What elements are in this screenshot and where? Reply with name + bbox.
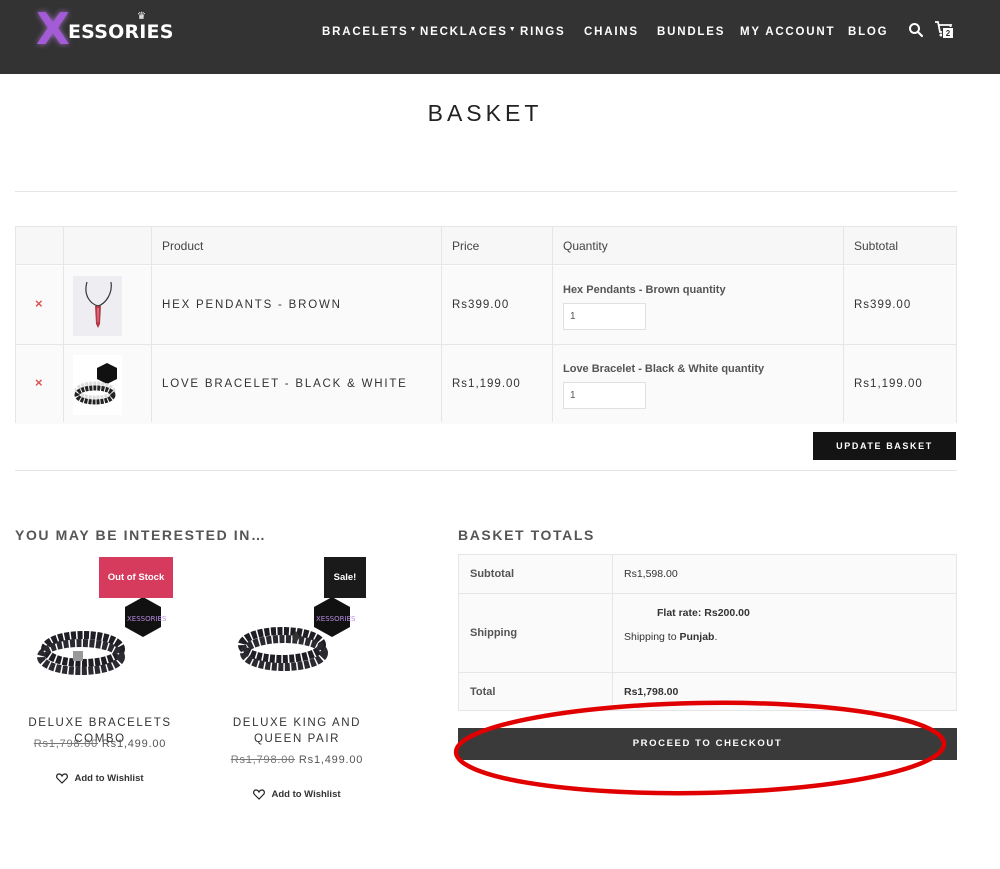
site-header: X ♛ ESSORIES BRACELETS▼ NECKLACES▼ RINGS… [0, 0, 1000, 74]
page-title: BASKET [427, 100, 543, 126]
love-bracelet-image [73, 355, 122, 415]
subtotal-label: Subtotal [470, 568, 514, 580]
cart-table: Product Price Quantity Subtotal × HEX PE… [15, 226, 957, 424]
nav-necklaces[interactable]: NECKLACES▼ [420, 24, 516, 42]
sale-badge: Sale! [324, 557, 366, 598]
sale-price: Rs1,499.00 [298, 754, 364, 766]
header-price: Price [452, 239, 480, 253]
remove-item-button[interactable]: × [35, 296, 43, 311]
product-name-link[interactable]: LOVE BRACELET - BLACK & WHITE [162, 378, 408, 390]
header-product: Product [162, 239, 204, 253]
column-divider [552, 227, 553, 422]
sale-price: Rs1,499.00 [101, 738, 167, 750]
column-divider [151, 227, 152, 422]
hex-pendant-image [73, 276, 122, 336]
product-thumbnail[interactable] [73, 355, 122, 415]
product-card: XESSORIES Out of Stock DELUXE BRACELETS … [15, 557, 195, 797]
heart-icon [253, 789, 266, 800]
basket-totals-title: BASKET TOTALS [458, 527, 595, 543]
product-price: Rs1,798.00 Rs1,499.00 [15, 738, 185, 750]
basket-totals-table: Subtotal Rs1,598.00 Shipping Flat rate: … [458, 554, 957, 711]
caret-down-icon: ▼ [409, 26, 417, 33]
quantity-input[interactable] [563, 382, 646, 409]
nav-rings[interactable]: RINGS [520, 24, 565, 40]
flat-rate: Flat rate: Rs200.00 [657, 607, 750, 619]
search-icon[interactable] [908, 22, 924, 38]
table-row: × LOVE BRACELET - BLACK & WHITE Rs1,199.… [16, 345, 956, 424]
product-card: XESSORIES Sale! DELUXE KING AND QUEEN PA… [212, 557, 392, 807]
divider [15, 470, 957, 471]
shipping-region: Punjab [679, 631, 715, 643]
cart-table-header: Product Price Quantity Subtotal [16, 227, 956, 265]
item-price: Rs399.00 [452, 299, 510, 311]
proceed-to-checkout-button[interactable]: PROCEED TO CHECKOUT [458, 728, 957, 760]
remove-item-button[interactable]: × [35, 375, 43, 390]
item-subtotal: Rs1,199.00 [854, 378, 923, 390]
shipping-to-label: Shipping to [624, 631, 677, 643]
shipping-label: Shipping [470, 627, 518, 639]
nav-my-account[interactable]: MY ACCOUNT [740, 24, 835, 40]
subtotal-value: Rs1,598.00 [624, 568, 678, 580]
total-label: Total [470, 686, 496, 698]
flat-rate-value: Rs200.00 [704, 607, 750, 619]
nav-blog[interactable]: BLOG [848, 24, 888, 40]
site-logo[interactable]: X ♛ ESSORIES [36, 4, 173, 55]
divider [15, 191, 957, 192]
quantity-label: Hex Pendants - Brown quantity [563, 284, 726, 296]
add-to-wishlist-link[interactable]: Add to Wishlist [15, 773, 185, 784]
column-divider [441, 227, 442, 422]
logo-text: ESSORIES [68, 21, 174, 43]
product-price: Rs1,798.00 Rs1,499.00 [212, 754, 382, 766]
row-divider [459, 672, 956, 673]
add-to-wishlist-link[interactable]: Add to Wishlist [212, 789, 382, 800]
table-row: × HEX PENDANTS - BROWN Rs399.00 Hex Pend… [16, 266, 956, 345]
update-basket-button[interactable]: UPDATE BASKET [813, 432, 956, 460]
old-price: Rs1,798.00 [230, 754, 296, 766]
cart-count-badge[interactable]: 2 [942, 27, 954, 39]
column-divider [63, 227, 64, 422]
flat-rate-label: Flat rate: [657, 607, 702, 619]
product-name-link[interactable]: HEX PENDANTS - BROWN [162, 299, 342, 311]
item-price: Rs1,199.00 [452, 378, 521, 390]
cross-sells-title: YOU MAY BE INTERESTED IN… [15, 527, 267, 543]
out-of-stock-badge: Out of Stock [99, 557, 173, 598]
shipping-destination: Shipping to Punjab. [624, 631, 718, 643]
item-subtotal: Rs399.00 [854, 299, 912, 311]
svg-text:XESSORIES: XESSORIES [316, 615, 356, 623]
product-thumbnail[interactable] [73, 276, 122, 336]
column-divider [612, 555, 613, 710]
svg-text:XESSORIES: XESSORIES [127, 615, 167, 623]
product-title-link[interactable]: DELUXE KING AND QUEEN PAIR [212, 715, 382, 747]
old-price: Rs1,798.00 [33, 738, 99, 750]
wishlist-label: Add to Wishlist [74, 773, 144, 785]
total-value: Rs1,798.00 [624, 686, 679, 698]
heart-icon [56, 773, 69, 784]
quantity-input[interactable] [563, 303, 646, 330]
caret-down-icon: ▼ [508, 26, 516, 33]
wishlist-label: Add to Wishlist [271, 789, 341, 801]
row-divider [459, 593, 956, 594]
column-divider [843, 227, 844, 422]
nav-bundles[interactable]: BUNDLES [657, 24, 725, 40]
header-quantity: Quantity [563, 239, 608, 253]
nav-bracelets[interactable]: BRACELETS▼ [322, 24, 417, 42]
header-subtotal: Subtotal [854, 239, 899, 253]
nav-chains[interactable]: CHAINS [584, 24, 639, 40]
logo-x: X [36, 4, 70, 55]
quantity-label: Love Bracelet - Black & White quantity [563, 363, 765, 375]
